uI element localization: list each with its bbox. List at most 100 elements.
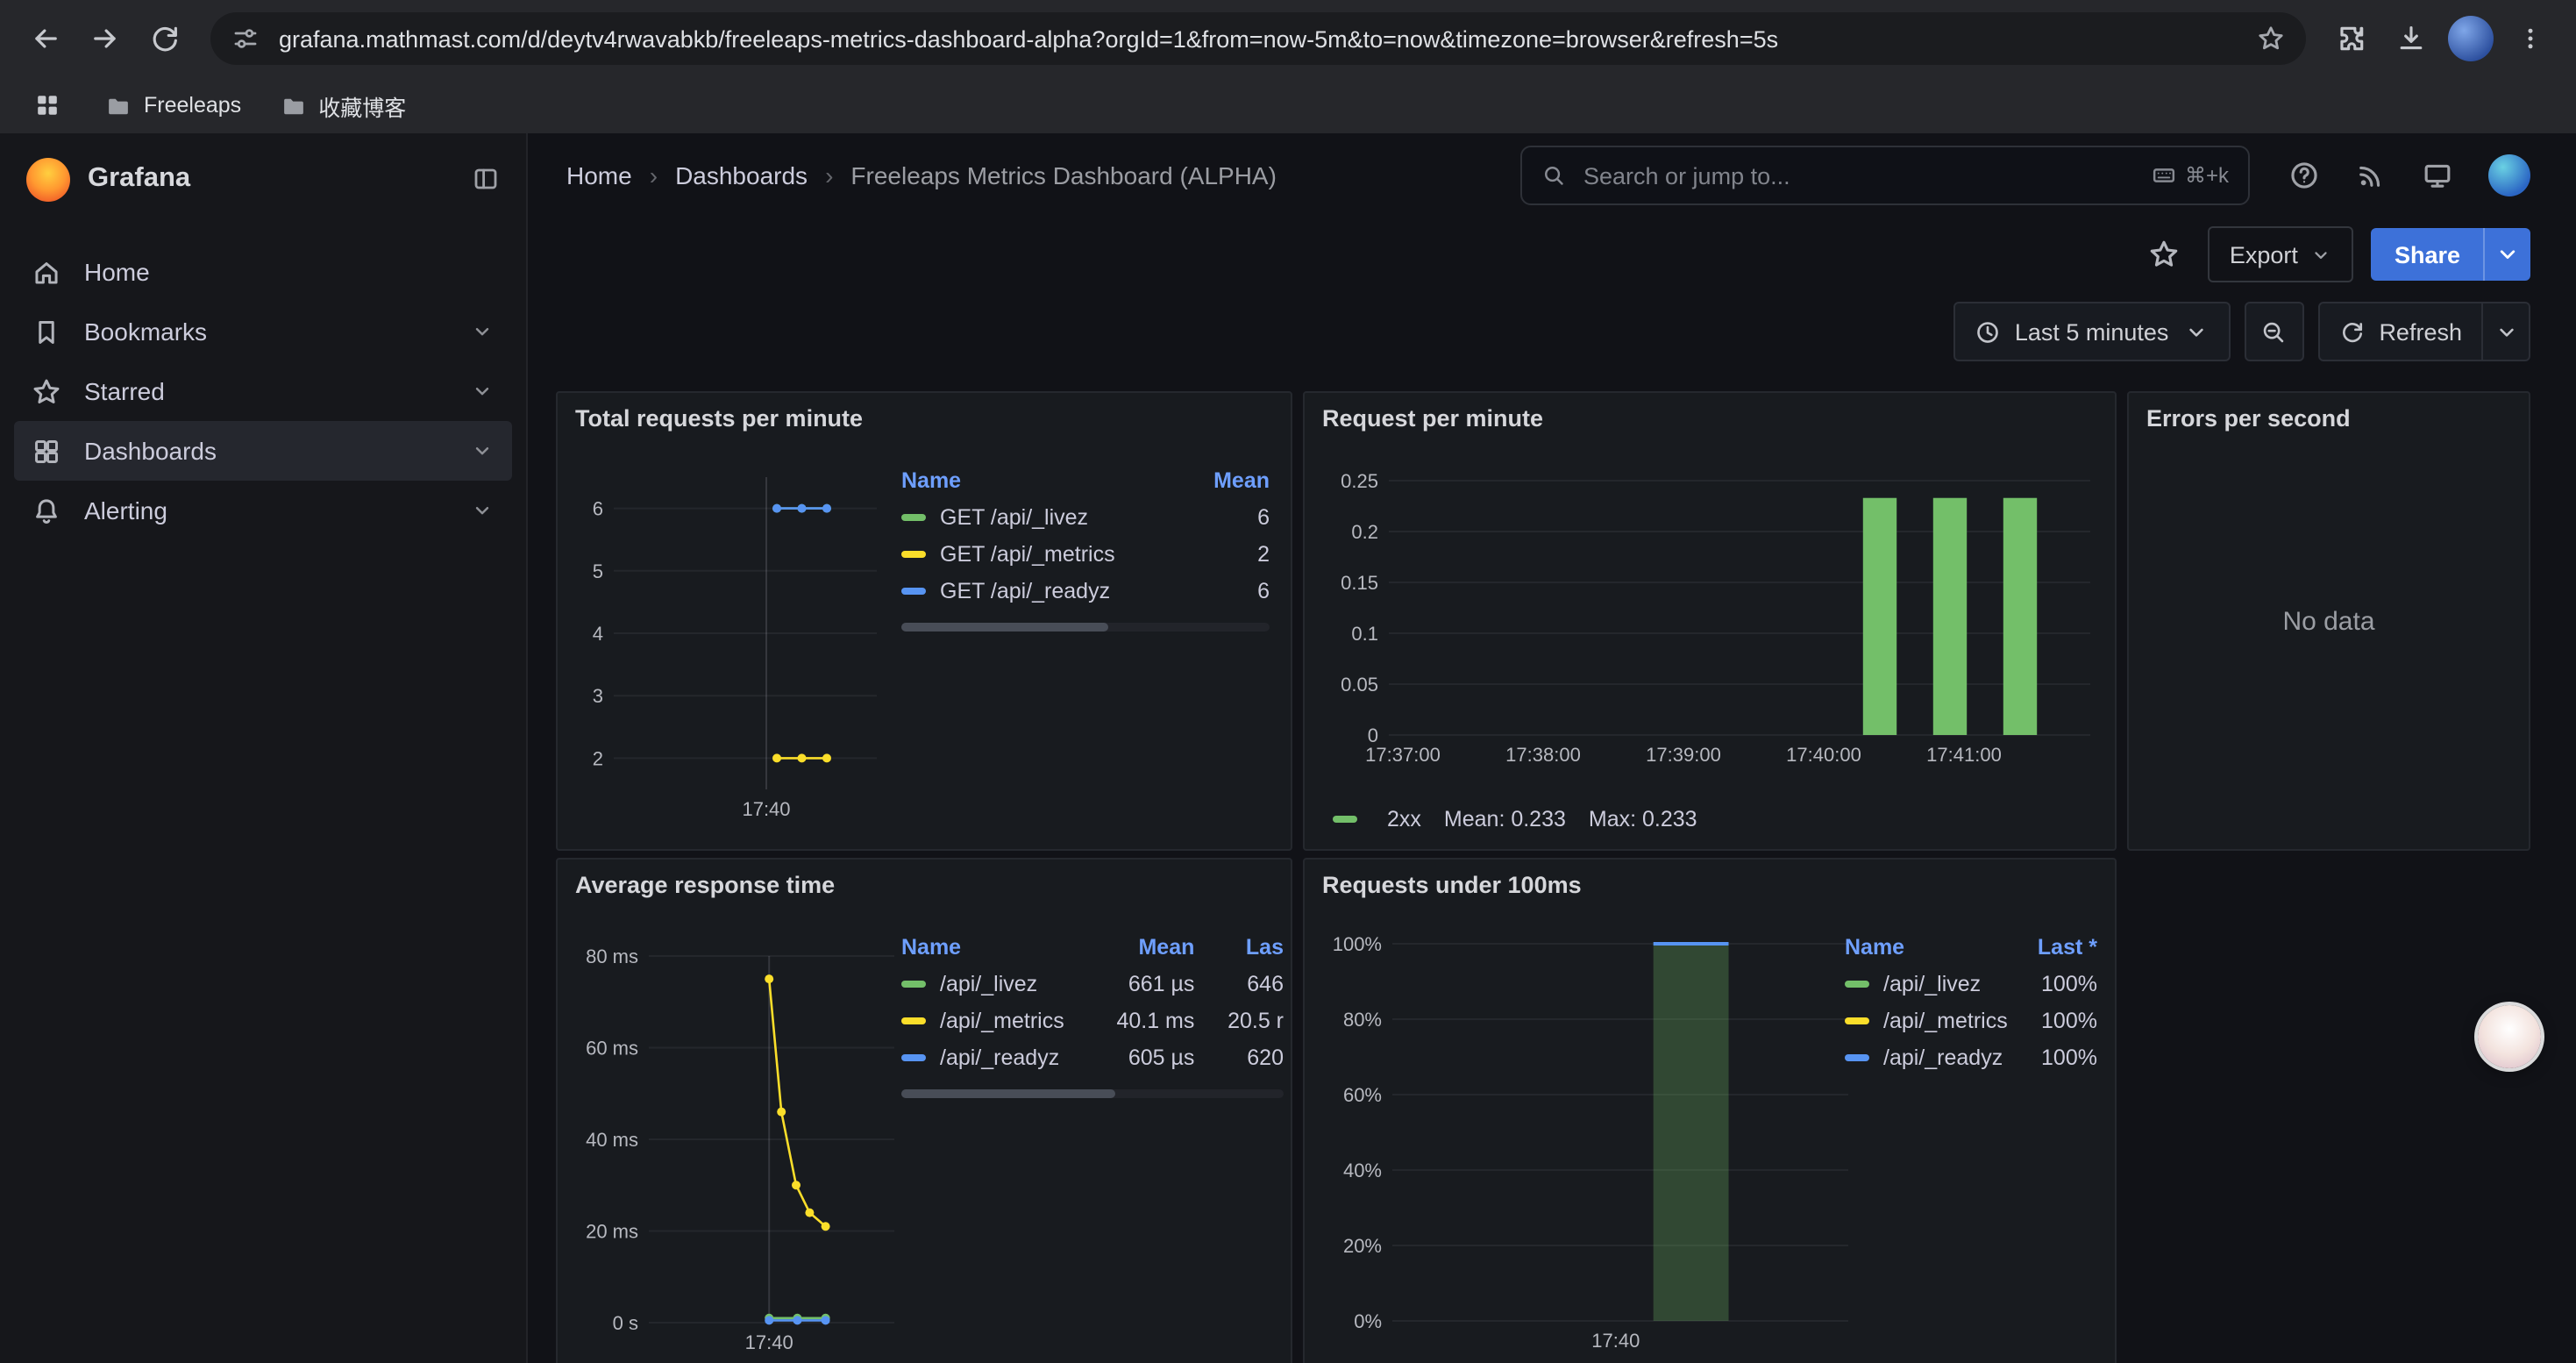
star-outline-icon: [2149, 239, 2181, 270]
browser-chrome: Freeleaps 收藏博客: [0, 0, 2576, 133]
chevron-down-icon: [470, 439, 495, 463]
legend-series-name[interactable]: /api/_metrics: [1845, 1002, 2011, 1038]
svg-text:17:40: 17:40: [742, 798, 790, 820]
shortcut-label: ⌘+k: [2185, 163, 2229, 188]
legend-series-name[interactable]: /api/_livez: [901, 965, 1081, 1002]
legend-scrollbar-track[interactable]: [901, 1089, 1284, 1098]
panel-title[interactable]: Average response time: [575, 872, 835, 898]
legend-stat: Max: 0.233: [1589, 807, 1697, 831]
refresh-interval-button[interactable]: [2483, 302, 2530, 361]
legend-series-name[interactable]: 2xx: [1387, 807, 1421, 831]
breadcrumb-item[interactable]: Home: [566, 161, 632, 189]
legend-row: GET /api/_livez6: [901, 498, 1270, 535]
legend-series-name[interactable]: /api/_livez: [1845, 965, 2011, 1002]
legend-header[interactable]: Name: [901, 930, 1081, 965]
extensions-button[interactable]: [2323, 11, 2380, 67]
search-box[interactable]: ⌘+k: [1520, 146, 2250, 205]
reload-button[interactable]: [137, 11, 193, 67]
legend-header[interactable]: Last *: [2011, 930, 2097, 965]
bookmarks-bar: Freeleaps 收藏博客: [0, 77, 2576, 133]
bookmark-label: Freeleaps: [144, 93, 241, 118]
legend-series-name[interactable]: GET /api/_livez: [901, 498, 1169, 535]
legend-scrollbar-track[interactable]: [901, 623, 1270, 632]
panel-errors-per-second: Errors per second No data: [2127, 391, 2530, 851]
legend-row: /api/_livez661 µs646: [901, 965, 1284, 1002]
sidebar-item-starred[interactable]: Starred: [14, 361, 512, 421]
legend-series-name[interactable]: /api/_readyz: [901, 1038, 1081, 1075]
back-button[interactable]: [18, 11, 74, 67]
panel-title[interactable]: Requests under 100ms: [1322, 872, 1582, 898]
user-avatar[interactable]: [2488, 154, 2530, 196]
svg-text:80%: 80%: [1343, 1009, 1382, 1031]
apps-shortcut[interactable]: [25, 82, 70, 128]
sidebar-item-dashboards[interactable]: Dashboards: [14, 421, 512, 481]
legend-value: 661 µs: [1081, 965, 1194, 1002]
legend-header[interactable]: Mean: [1169, 463, 1270, 498]
breadcrumb-item[interactable]: Dashboards: [675, 161, 808, 189]
panel-title[interactable]: Request per minute: [1322, 405, 1543, 432]
kebab-menu-icon: [2516, 25, 2544, 53]
chart-canvas: 0.250.20.150.10.05017:37:0017:38:0017:39…: [1305, 393, 2115, 842]
bell-icon: [32, 496, 61, 525]
legend-row: /api/_metrics40.1 ms20.5 r: [901, 1002, 1284, 1038]
news-rss-icon[interactable]: [2355, 160, 2387, 191]
favorite-dashboard-button[interactable]: [2138, 228, 2191, 281]
forward-button[interactable]: [77, 11, 133, 67]
legend-header[interactable]: Name: [1845, 930, 2011, 965]
kiosk-monitor-icon[interactable]: [2422, 160, 2453, 191]
bookmark-folder[interactable]: Freeleaps: [105, 89, 241, 122]
svg-text:100%: 100%: [1333, 933, 1382, 955]
bookmark-star-icon[interactable]: [2257, 25, 2285, 53]
downloads-button[interactable]: [2383, 11, 2439, 67]
sidebar-item-bookmarks[interactable]: Bookmarks: [14, 302, 512, 361]
legend-series-name[interactable]: GET /api/_metrics: [901, 535, 1169, 572]
legend-series-name[interactable]: /api/_readyz: [1845, 1038, 2011, 1075]
url-bar[interactable]: [210, 12, 2306, 65]
sidebar-item-alerting[interactable]: Alerting: [14, 481, 512, 540]
legend-header[interactable]: Mean: [1081, 930, 1194, 965]
legend-value: 2: [1169, 535, 1270, 572]
zoom-out-button[interactable]: [2244, 302, 2303, 361]
share-button[interactable]: Share: [2372, 228, 2483, 281]
refresh-button[interactable]: Refresh: [2317, 302, 2483, 361]
panel-title[interactable]: Errors per second: [2146, 405, 2351, 432]
svg-text:0.1: 0.1: [1351, 623, 1378, 645]
collapse-sidebar-icon[interactable]: [472, 165, 500, 193]
time-range-picker[interactable]: Last 5 minutes: [1953, 302, 2231, 361]
legend-header[interactable]: Name: [901, 463, 1169, 498]
sidebar-item-home[interactable]: Home: [14, 242, 512, 302]
panel-total-requests-per-minute: Total requests per minute 6543217:40 Nam…: [556, 391, 1292, 851]
svg-text:5: 5: [593, 560, 603, 582]
export-button[interactable]: Export: [2209, 226, 2354, 282]
profile-avatar: [2448, 16, 2494, 61]
floating-assistant-avatar[interactable]: [2478, 1005, 2541, 1068]
legend-value: 646: [1194, 965, 1284, 1002]
legend-series-name[interactable]: /api/_metrics: [901, 1002, 1081, 1038]
browser-menu-button[interactable]: [2502, 11, 2558, 67]
keyboard-icon: [2152, 163, 2176, 188]
series-color-dash: [1333, 816, 1357, 823]
header-icons: [2288, 154, 2530, 196]
search-input[interactable]: [1580, 161, 2138, 190]
series-color-dash: [901, 588, 926, 595]
bookmark-folder[interactable]: 收藏博客: [280, 89, 406, 122]
share-menu-button[interactable]: [2483, 228, 2530, 281]
svg-text:60 ms: 60 ms: [586, 1038, 638, 1060]
help-icon[interactable]: [2288, 160, 2320, 191]
home-icon: [32, 257, 61, 287]
legend-scrollbar-thumb[interactable]: [901, 623, 1107, 632]
svg-text:0 s: 0 s: [613, 1312, 638, 1334]
legend-series-name[interactable]: GET /api/_readyz: [901, 572, 1169, 609]
profile-button[interactable]: [2443, 11, 2499, 67]
chevron-down-icon: [2182, 318, 2209, 345]
panel-title[interactable]: Total requests per minute: [575, 405, 863, 432]
url-input[interactable]: [275, 24, 2241, 54]
legend-value: 6: [1169, 498, 1270, 535]
legend-header[interactable]: Las: [1194, 930, 1284, 965]
grafana-logo[interactable]: [26, 157, 70, 201]
bookmarks-list: Freeleaps 收藏博客: [105, 89, 406, 122]
svg-text:0.2: 0.2: [1351, 521, 1378, 543]
svg-text:20%: 20%: [1343, 1235, 1382, 1257]
grid-icon: [32, 436, 61, 466]
legend-scrollbar-thumb[interactable]: [901, 1089, 1115, 1098]
